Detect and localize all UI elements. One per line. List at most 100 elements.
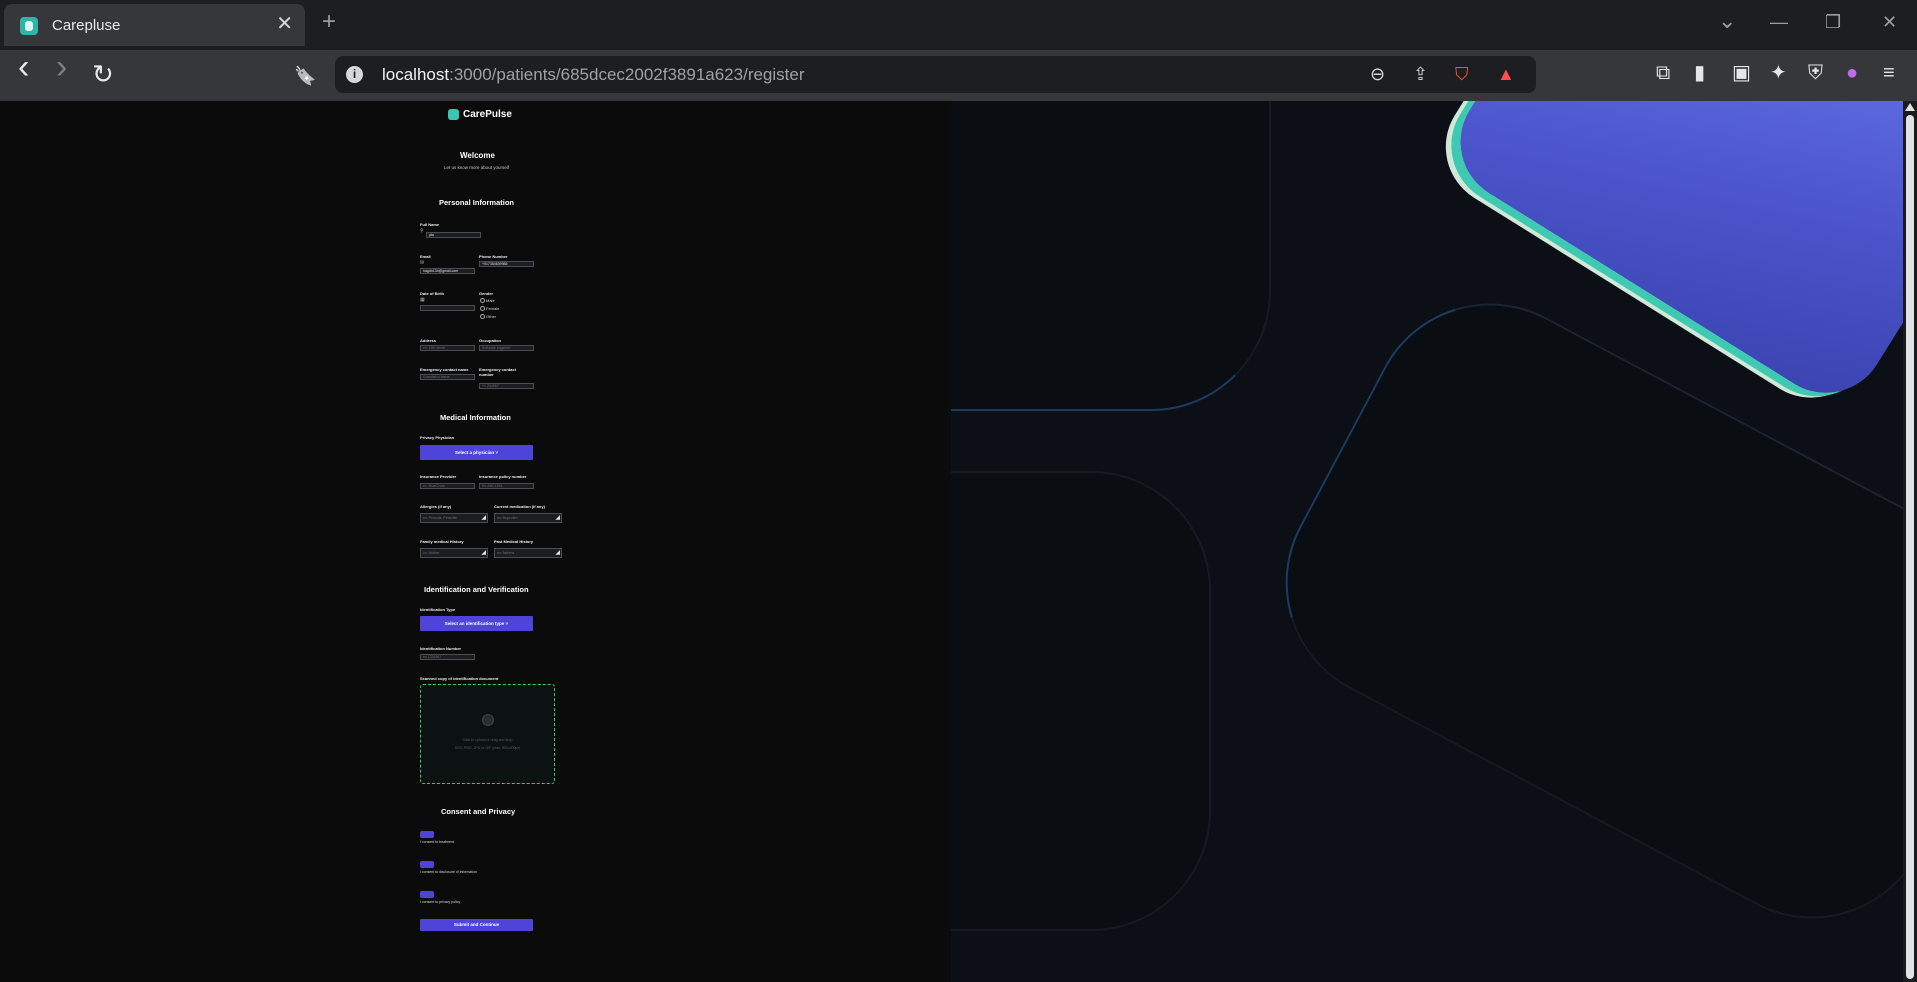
wallet-icon[interactable]: ▣ <box>1732 63 1751 83</box>
sidebar-icon[interactable]: ▮ <box>1694 63 1705 83</box>
disclosure-consent-label: I consent to disclosure of information <box>420 870 478 874</box>
disclosure-consent-checkbox[interactable] <box>420 861 434 868</box>
identification-number-label: Identification Number <box>420 646 462 651</box>
brand-name: CarePulse <box>463 109 512 120</box>
vpn-icon[interactable]: ⛨ <box>1808 63 1823 83</box>
decor-shape <box>951 471 1211 931</box>
identification-number-input[interactable]: ex 1234567 <box>420 654 475 660</box>
section-medical-title: Medical Information <box>440 413 511 422</box>
physician-label: Privacy Physician <box>420 435 455 440</box>
share-icon[interactable]: ⇪ <box>1413 64 1428 85</box>
emergency-number-label: Emergency contact number <box>479 367 516 377</box>
insurance-provider-label: Insurance Provider <box>420 474 457 479</box>
url-text[interactable]: localhost:3000/patients/685dcec2002f3891… <box>382 65 805 85</box>
address-bar[interactable]: i localhost:3000/patients/685dcec2002f38… <box>335 56 1536 93</box>
gender-radio-other[interactable]: Other <box>480 314 496 319</box>
user-icon: ⚲ <box>420 228 424 234</box>
resize-grip-icon[interactable]: ◢ <box>555 515 560 521</box>
close-tab-icon[interactable]: ✕ <box>276 14 293 34</box>
brand: CarePulse <box>448 109 512 120</box>
file-upload-dropzone[interactable]: Click to upload or drag and drop SVG, PN… <box>420 684 555 784</box>
tab-search-dropdown-icon[interactable]: ⌄ <box>1718 8 1736 34</box>
resize-grip-icon[interactable]: ◢ <box>481 515 486 521</box>
window-close-icon[interactable]: ✕ <box>1882 12 1897 33</box>
browser-tab-bar: Carepluse ✕ + ⌄ — ❐ ✕ <box>0 0 1917 50</box>
select-physician-button[interactable]: Select a physician ˅ <box>420 445 533 460</box>
upload-icon <box>482 714 494 726</box>
email-label: Email <box>420 254 431 259</box>
brave-shields-icon[interactable]: ⛉ <box>1455 64 1469 85</box>
past-history-label: Past Medical History <box>494 539 534 544</box>
resize-grip-icon[interactable]: ◢ <box>481 550 486 556</box>
dob-input[interactable] <box>420 305 475 311</box>
past-history-textarea[interactable]: ex: Asthma ◢ <box>494 548 562 558</box>
profile-icon[interactable]: ● <box>1846 63 1858 83</box>
section-consent-title: Consent and Privacy <box>441 807 516 816</box>
allergies-textarea[interactable]: ex: Peanuts, Penicillin ◢ <box>420 513 488 523</box>
calendar-icon: ▦ <box>420 297 425 303</box>
family-history-textarea[interactable]: ex: Mother ◢ <box>420 548 488 558</box>
bookmark-icon[interactable]: 🔖 <box>294 63 316 89</box>
insurance-number-input[interactable]: ex: ABC1234 <box>479 483 534 489</box>
identification-type-label: Identification Type <box>420 607 456 612</box>
gender-radio-female[interactable]: Female <box>480 306 499 311</box>
back-icon[interactable]: ‹ <box>18 50 29 84</box>
occupation-input[interactable]: Software engineer <box>479 345 534 351</box>
page-viewport: CarePulse Welcome Let us know more about… <box>0 101 1917 982</box>
occupation-label: Occupation <box>479 338 502 343</box>
phone-input[interactable]: +917364639988 <box>479 261 534 267</box>
select-identification-type-button[interactable]: Select an identification type ˅ <box>420 616 533 631</box>
reload-icon[interactable]: ↻ <box>92 61 114 87</box>
upload-instruction: Click to upload or drag and drop <box>462 738 513 742</box>
scroll-up-icon[interactable] <box>1905 103 1915 111</box>
treatment-consent-label: I consent to treatment <box>420 840 454 844</box>
allergies-label: Allergies (if any) <box>420 504 452 509</box>
submit-button[interactable]: Submit and Continue <box>420 919 533 931</box>
minimize-icon[interactable]: — <box>1770 12 1788 33</box>
forward-icon[interactable]: › <box>56 50 67 84</box>
gender-radio-male[interactable]: Male <box>480 298 495 303</box>
treatment-consent-checkbox[interactable] <box>420 831 434 838</box>
new-tab-icon[interactable]: + <box>322 10 336 34</box>
site-info-icon[interactable]: i <box>346 66 363 83</box>
full-name-input[interactable]: pta <box>426 232 481 238</box>
insurance-provider-input[interactable]: ex: BlueCross <box>420 483 475 489</box>
upload-label: Scanned copy of identification document <box>420 676 499 681</box>
dob-label: Date of Birth <box>420 291 444 296</box>
address-input[interactable]: ex: 14th street <box>420 345 475 351</box>
welcome-heading: Welcome <box>460 151 495 160</box>
leo-ai-icon[interactable]: ✦ <box>1770 63 1787 83</box>
email-input[interactable]: hagdn134@gmail.com <box>420 268 475 274</box>
emergency-number-input[interactable]: +1 234567 <box>479 383 534 389</box>
resize-grip-icon[interactable]: ◢ <box>555 550 560 556</box>
extensions-icon[interactable]: ⧉ <box>1656 63 1670 83</box>
decor-shape <box>951 101 1271 411</box>
upload-formats: SVG, PNG, JPG or GIF (max. 800x400px) <box>454 746 521 750</box>
emergency-name-label: Emergency contact name <box>420 367 469 372</box>
privacy-consent-label: I consent to privacy policy <box>420 900 461 904</box>
address-label: Address <box>420 338 437 343</box>
favicon-icon <box>20 17 38 35</box>
insurance-number-label: Insurance policy number <box>479 474 527 479</box>
medication-textarea[interactable]: ex: Ibuprofen ◢ <box>494 513 562 523</box>
family-history-label: Family medical History <box>420 539 464 544</box>
section-identification-title: Identification and Verification <box>424 585 529 594</box>
menu-icon[interactable]: ≡ <box>1883 63 1895 83</box>
page-scrollbar[interactable] <box>1903 101 1917 982</box>
welcome-subtitle: Let us know more about yourself <box>444 165 510 170</box>
medication-label: Current medication (if any) <box>494 504 545 509</box>
section-personal-title: Personal Information <box>439 198 515 207</box>
browser-tab[interactable]: Carepluse ✕ <box>4 4 305 46</box>
privacy-consent-checkbox[interactable] <box>420 891 434 898</box>
emergency-name-input[interactable]: Guardian's name <box>420 374 475 380</box>
zoom-out-icon[interactable]: ⊖ <box>1370 64 1385 85</box>
carepulse-logo-icon <box>448 109 459 120</box>
tab-title: Carepluse <box>52 17 121 34</box>
brave-rewards-icon[interactable]: ▲ <box>1497 64 1515 85</box>
restore-icon[interactable]: ❐ <box>1825 12 1841 33</box>
decorative-hero-image <box>951 101 1903 982</box>
full-name-label: Full Name <box>420 222 440 227</box>
browser-toolbar: ‹ › ↻ 🔖 i localhost:3000/patients/685dce… <box>0 50 1917 101</box>
registration-panel: CarePulse Welcome Let us know more about… <box>0 101 951 982</box>
scroll-thumb[interactable] <box>1906 115 1914 979</box>
